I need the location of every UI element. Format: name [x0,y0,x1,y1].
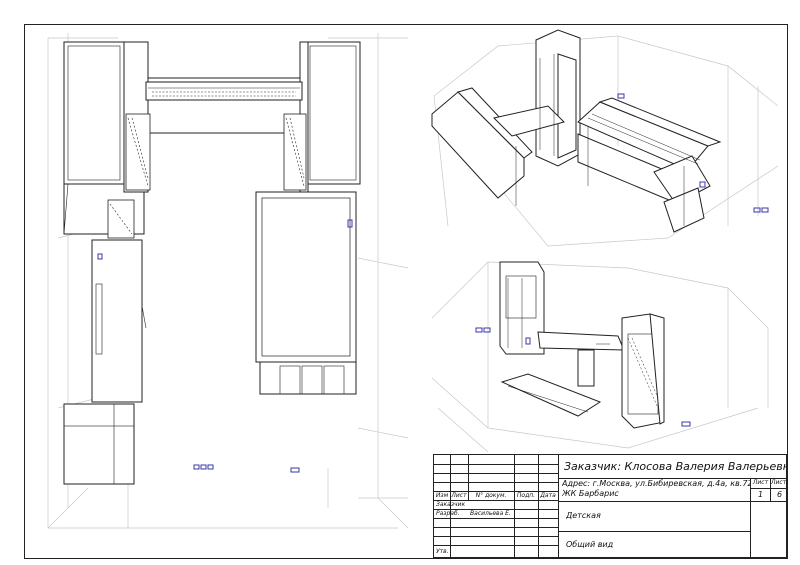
sheets-total: 6 [776,490,783,499]
role-developer: Разраб. [436,510,460,517]
role-customer: Заказчик [436,501,466,508]
sheets-label: Листов [771,479,788,486]
sheet-label: Лист [752,479,769,486]
perspective-view-1-drawing [431,29,779,247]
header-list: Лист [451,492,467,499]
sheet-number: 1 [757,490,764,499]
customer-line: Заказчик: Клосова Валерия Валерьевна [564,460,786,473]
header-date: Дата [540,492,556,499]
sheet-title: Общий вид [566,540,614,549]
role-approved: Утв. [436,548,449,555]
developer-name: Васильева Е. [470,510,511,517]
perspective-view-2 [428,258,784,452]
address-line-2: ЖК Барбарис [562,489,619,498]
title-block: Изм Лист N° докум. Подп. Дата Заказчик Р… [433,454,788,559]
header-izm: Изм [435,492,449,499]
header-doc-number: N° докум. [475,492,507,499]
plan-view [28,28,428,548]
perspective-view-1 [428,26,784,252]
address-line-1: Адрес: г.Москва, ул.Бибиревская, д.4а, к… [562,479,750,488]
plan-view-drawing [47,33,409,529]
room-name: Детская [566,511,601,520]
header-signature: Подп. [516,492,536,499]
perspective-view-2-drawing [431,261,769,452]
